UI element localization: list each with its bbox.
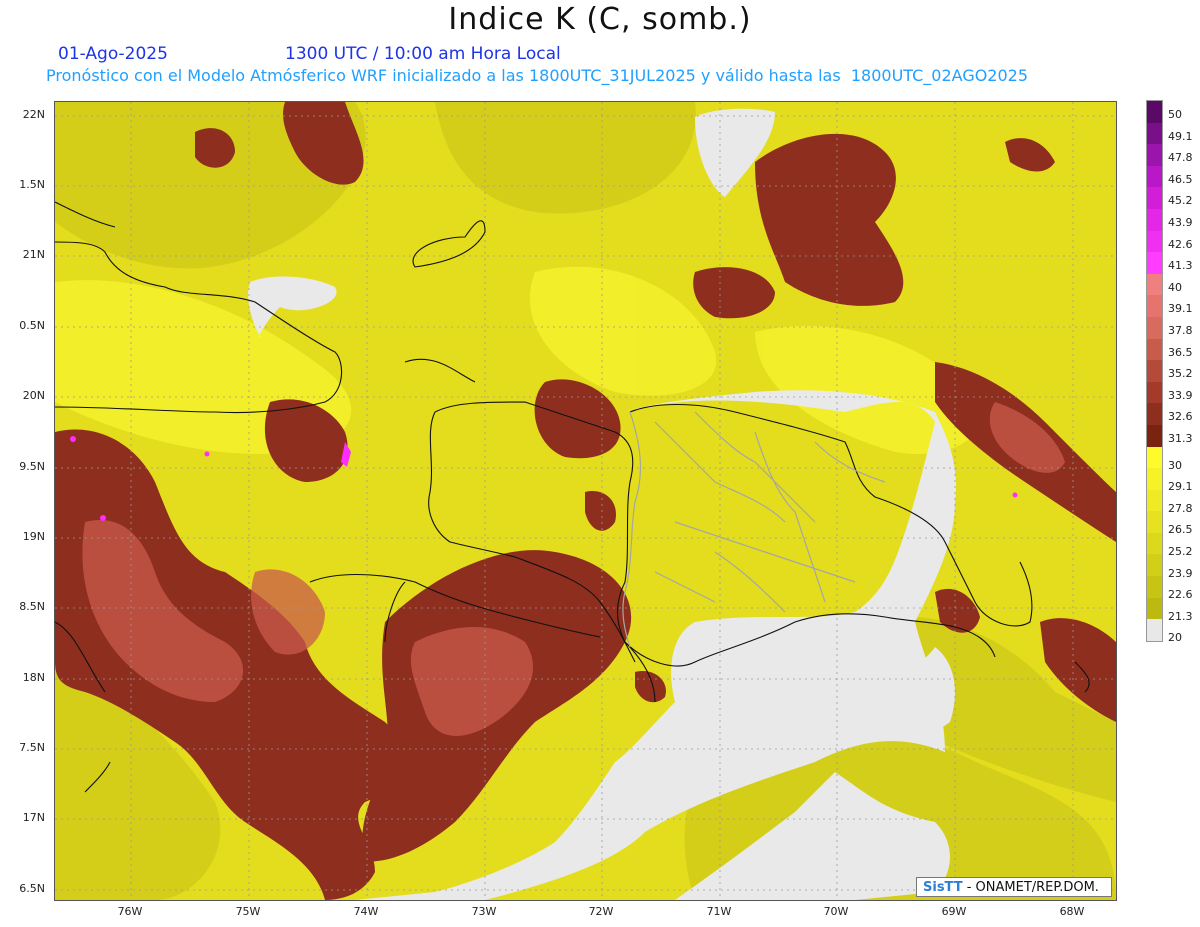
colorbar-segment (1147, 489, 1162, 512)
lon-label: 71W (706, 905, 732, 918)
lat-label: 9.5N (19, 460, 45, 473)
colorbar-label: 45.2 (1168, 194, 1193, 208)
colorbar-label: 49.1 (1168, 129, 1193, 143)
colorbar-segment (1147, 165, 1162, 188)
colorbar-label: 27.8 (1168, 501, 1193, 515)
colorbar-segment (1147, 122, 1162, 145)
colorbar (1146, 100, 1163, 642)
lat-label: 19N (22, 530, 45, 543)
lat-label: 0.5N (19, 319, 45, 332)
lat-label: 20N (22, 389, 45, 402)
lat-label: 7.5N (19, 741, 45, 754)
colorbar-segment (1147, 597, 1162, 620)
lon-label: 74W (353, 905, 379, 918)
colorbar-segment (1147, 446, 1162, 469)
credit-text: - ONAMET/REP.DOM. (962, 880, 1099, 895)
lon-label: 68W (1059, 905, 1085, 918)
credit-box: SisTT - ONAMET/REP.DOM. (916, 877, 1112, 897)
colorbar-segment (1147, 554, 1162, 577)
colorbar-segment (1147, 511, 1162, 533)
map-svg (55, 102, 1116, 900)
forecast-time: 1300 UTC / 10:00 am Hora Local (285, 44, 561, 64)
lat-label: 6.5N (19, 882, 45, 895)
colorbar-segment (1147, 230, 1162, 253)
colorbar-segment (1147, 338, 1162, 361)
colorbar-label: 32.6 (1168, 410, 1193, 424)
sispi-logo: SisTT (923, 880, 963, 895)
lat-label: 21N (22, 248, 45, 261)
lat-label: 8.5N (19, 600, 45, 613)
lon-label: 72W (588, 905, 614, 918)
lon-label: 76W (117, 905, 143, 918)
colorbar-label: 39.1 (1168, 302, 1193, 316)
colorbar-label: 40 (1168, 280, 1182, 294)
colorbar-label: 29.1 (1168, 480, 1193, 494)
colorbar-segment (1147, 360, 1162, 382)
colorbar-label: 21.3 (1168, 609, 1193, 623)
colorbar-label: 35.2 (1168, 367, 1193, 381)
lat-label: 1.5N (19, 178, 45, 191)
colorbar-segment (1147, 381, 1162, 404)
colorbar-segment (1147, 316, 1162, 339)
chart-title: Indice K (C, somb.) (448, 2, 752, 37)
colorbar-label: 47.8 (1168, 151, 1193, 165)
colorbar-segment (1147, 424, 1162, 447)
colorbar-label: 26.5 (1168, 523, 1193, 537)
colorbar-segment (1147, 468, 1162, 490)
colorbar-segment (1147, 576, 1162, 598)
colorbar-label: 37.8 (1168, 324, 1193, 337)
lat-label: 18N (22, 671, 45, 684)
colorbar-label: 41.3 (1168, 259, 1193, 273)
lat-label: 22N (22, 108, 45, 121)
colorbar-label: 36.5 (1168, 345, 1193, 359)
forecast-description: Pronóstico con el Modelo Atmósferico WRF… (46, 66, 1029, 85)
colorbar-label: 42.6 (1168, 237, 1193, 251)
forecast-date: 01-Ago-2025 (58, 44, 168, 64)
colorbar-label: 20 (1168, 631, 1182, 645)
lat-label: 17N (22, 811, 45, 824)
colorbar-segment (1147, 532, 1162, 555)
colorbar-label: 22.6 (1168, 588, 1193, 602)
colorbar-label: 31.3 (1168, 432, 1193, 445)
lon-label: 69W (941, 905, 967, 918)
colorbar-label: 23.9 (1168, 566, 1193, 580)
lon-label: 73W (471, 905, 497, 918)
colorbar-label: 33.9 (1168, 388, 1193, 402)
colorbar-segment (1147, 273, 1162, 296)
colorbar-segment (1147, 208, 1162, 231)
colorbar-segment (1147, 252, 1162, 274)
colorbar-segment (1147, 101, 1162, 123)
colorbar-label: 46.5 (1168, 172, 1193, 186)
colorbar-label: 25.2 (1168, 545, 1193, 558)
colorbar-segment (1147, 295, 1162, 317)
colorbar-segment (1147, 144, 1162, 166)
colorbar-label: 43.9 (1168, 216, 1193, 229)
lon-label: 70W (823, 905, 849, 918)
colorbar-label: 30 (1168, 458, 1182, 472)
colorbar-segment (1147, 187, 1162, 209)
lon-label: 75W (235, 905, 261, 918)
colorbar-label: 50 (1168, 108, 1182, 121)
map-panel (54, 101, 1117, 901)
colorbar-segment (1147, 403, 1162, 425)
colorbar-segment (1147, 619, 1162, 641)
